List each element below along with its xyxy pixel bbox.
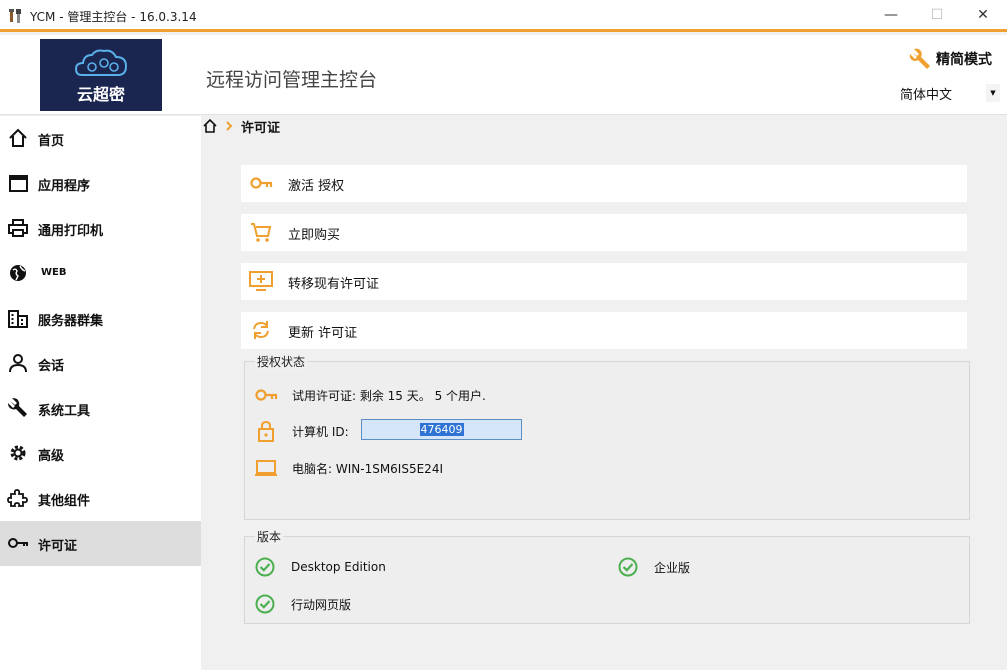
logo: 云超密 bbox=[40, 39, 162, 111]
buy-now-button[interactable]: 立即购买 bbox=[241, 214, 967, 251]
key-icon bbox=[8, 538, 28, 548]
version-title: 版本 bbox=[255, 528, 284, 545]
cart-icon bbox=[251, 223, 272, 242]
machine-id-label: 计算机 ID: bbox=[292, 424, 349, 439]
language-select[interactable]: 简体中文 ▼ bbox=[896, 82, 1000, 104]
minimize-button[interactable]: — bbox=[868, 0, 914, 29]
sidebar-item-label: 其他组件 bbox=[38, 494, 91, 509]
window-title: YCM - 管理主控台 - 16.0.3.14 bbox=[30, 10, 197, 24]
key-icon bbox=[255, 389, 278, 401]
sidebar-item-web[interactable]: WEB bbox=[0, 251, 201, 296]
sidebar-item-system-tools[interactable]: 系统工具 bbox=[0, 386, 201, 431]
edition-desktop: Desktop Edition bbox=[255, 557, 386, 577]
maximize-button[interactable]: ☐ bbox=[914, 0, 960, 29]
sidebar-item-server-cluster[interactable]: 服务器群集 bbox=[0, 296, 201, 341]
sidebar-item-home[interactable]: 首页 bbox=[0, 116, 201, 161]
globe-icon bbox=[10, 265, 26, 281]
window-icon bbox=[9, 175, 28, 192]
app-tools-icon bbox=[9, 9, 21, 23]
trial-text: 试用许可证: 剩余 15 天。 5 个用户. bbox=[292, 388, 486, 403]
update-license-button[interactable]: 更新 许可证 bbox=[241, 312, 967, 349]
sidebar-item-label: 会话 bbox=[38, 359, 65, 374]
edition-mobile-web: 行动网页版 bbox=[255, 594, 351, 614]
machine-id-row: 计算机 ID: bbox=[254, 420, 349, 442]
user-icon bbox=[9, 354, 27, 373]
trial-info-row: 试用许可证: 剩余 15 天。 5 个用户. bbox=[254, 384, 486, 406]
home-icon[interactable] bbox=[203, 119, 217, 133]
key-icon bbox=[250, 177, 273, 189]
lock-icon bbox=[258, 420, 274, 442]
check-circle-icon bbox=[618, 557, 638, 577]
action-label: 激活 授权 bbox=[288, 179, 345, 194]
sidebar-item-label: 许可证 bbox=[38, 539, 78, 554]
printer-icon bbox=[8, 219, 28, 237]
edition-enterprise: 企业版 bbox=[618, 557, 690, 577]
sidebar-item-label: 首页 bbox=[38, 134, 65, 149]
machine-id-value: 476409 bbox=[419, 423, 464, 436]
refresh-icon bbox=[253, 321, 269, 339]
computer-name-row: 电脑名: WIN-1SM6IS5E24I bbox=[254, 457, 443, 479]
transfer-license-button[interactable]: 转移现有许可证 bbox=[241, 263, 967, 300]
version-group: 版本 Desktop Edition 企业版 行动网页版 bbox=[244, 528, 970, 624]
machine-id-field[interactable]: 476409 bbox=[361, 419, 522, 440]
title-bar: YCM - 管理主控台 - 16.0.3.14 — ☐ ✕ bbox=[0, 0, 1007, 32]
cloud-logo-icon bbox=[74, 49, 128, 76]
activate-license-button[interactable]: 激活 授权 bbox=[241, 165, 967, 202]
wrench-icon bbox=[909, 48, 930, 69]
logo-text: 云超密 bbox=[76, 85, 125, 104]
breadcrumb: 许可证 bbox=[203, 117, 281, 136]
sidebar-item-printer[interactable]: 通用打印机 bbox=[0, 206, 201, 251]
edition-label: Desktop Edition bbox=[291, 560, 386, 574]
check-circle-icon bbox=[255, 594, 275, 614]
license-status-group: 授权状态 试用许可证: 剩余 15 天。 5 个用户. 计算机 ID: 4764… bbox=[244, 353, 970, 520]
simple-mode-button[interactable]: 精简模式 bbox=[908, 48, 992, 70]
breadcrumb-current: 许可证 bbox=[241, 120, 281, 136]
sidebar-item-label: WEB bbox=[41, 267, 67, 278]
action-label: 更新 许可证 bbox=[288, 326, 358, 341]
sidebar: 首页 应用程序 通用打印机 WEB 服务器群集 会话 系统工具 高级 其他组件 … bbox=[0, 116, 201, 670]
sidebar-item-label: 系统工具 bbox=[38, 404, 91, 419]
sidebar-item-license[interactable]: 许可证 bbox=[0, 521, 201, 566]
language-value: 简体中文 bbox=[900, 87, 953, 103]
action-label: 立即购买 bbox=[288, 228, 341, 243]
action-label: 转移现有许可证 bbox=[288, 277, 380, 292]
monitor-plus-icon bbox=[249, 271, 273, 291]
sidebar-item-label: 高级 bbox=[38, 449, 65, 464]
puzzle-icon bbox=[7, 489, 28, 507]
sidebar-item-apps[interactable]: 应用程序 bbox=[0, 161, 201, 206]
close-button[interactable]: ✕ bbox=[960, 0, 1006, 29]
sidebar-item-advanced[interactable]: 高级 bbox=[0, 431, 201, 476]
sidebar-item-label: 服务器群集 bbox=[38, 314, 104, 329]
console-title: 远程访问管理主控台 bbox=[206, 69, 378, 91]
home-icon bbox=[9, 128, 27, 147]
gear-icon bbox=[10, 445, 26, 461]
chevron-right-icon bbox=[226, 121, 233, 131]
edition-label: 企业版 bbox=[654, 560, 691, 575]
computer-name-text: 电脑名: WIN-1SM6IS5E24I bbox=[292, 461, 443, 476]
header: 云超密 远程访问管理主控台 精简模式 简体中文 ▼ bbox=[0, 35, 1007, 115]
wrench-icon bbox=[8, 398, 27, 417]
sidebar-item-label: 通用打印机 bbox=[38, 224, 104, 239]
check-circle-icon bbox=[255, 557, 275, 577]
sidebar-item-label: 应用程序 bbox=[38, 179, 91, 194]
mode-label: 精简模式 bbox=[936, 52, 992, 68]
sidebar-item-other-components[interactable]: 其他组件 bbox=[0, 476, 201, 521]
laptop-icon bbox=[255, 460, 277, 476]
license-status-title: 授权状态 bbox=[255, 353, 308, 370]
sidebar-item-sessions[interactable]: 会话 bbox=[0, 341, 201, 386]
building-icon bbox=[8, 310, 28, 328]
chevron-down-icon[interactable]: ▼ bbox=[986, 84, 1000, 102]
edition-label: 行动网页版 bbox=[291, 597, 352, 612]
